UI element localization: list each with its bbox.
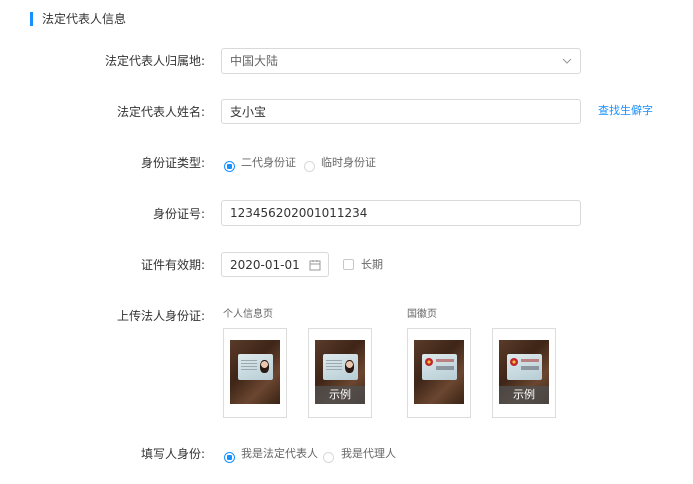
radio-unchecked-icon	[304, 161, 315, 172]
id-card-photo	[230, 340, 280, 404]
radio-checked-icon	[224, 452, 235, 463]
id-type-option-second-gen[interactable]	[224, 157, 235, 176]
filler-identity-label: 填写人身份:	[140, 447, 205, 461]
validity-date-input[interactable]: 2020-01-01	[221, 252, 329, 277]
id-card-photo: 示例	[315, 340, 365, 404]
id-number-input[interactable]: 123456202001011234	[221, 200, 581, 226]
region-select[interactable]: 中国大陆	[221, 48, 581, 74]
id-type-option-temporary-label: 临时身份证	[321, 156, 376, 169]
section-title: 法定代表人信息	[42, 12, 127, 26]
radio-unchecked-icon	[323, 452, 334, 463]
filler-option-agent[interactable]	[323, 448, 334, 467]
calendar-icon	[309, 260, 321, 271]
id-card-image	[323, 354, 358, 380]
sample-label: 示例	[499, 386, 549, 404]
sample-label: 示例	[315, 386, 365, 404]
name-input[interactable]: 支小宝	[221, 99, 581, 124]
radio-checked-icon	[224, 161, 235, 172]
upload-group-caption-info: 个人信息页	[223, 309, 273, 320]
name-value: 支小宝	[230, 105, 267, 119]
id-card-image	[507, 354, 542, 380]
id-card-image	[422, 354, 457, 380]
id-number-label: 身份证号:	[152, 207, 205, 221]
upload-card-info-page[interactable]	[223, 328, 287, 418]
sample-card-emblem-page[interactable]: 示例	[492, 328, 556, 418]
region-value: 中国大陆	[230, 54, 279, 68]
chevron-down-icon	[562, 58, 572, 64]
filler-option-legal-rep[interactable]	[224, 448, 235, 467]
upload-group-caption-emblem: 国徽页	[407, 309, 437, 320]
upload-label: 上传法人身份证:	[116, 309, 205, 323]
id-card-photo	[414, 340, 464, 404]
filler-option-legal-rep-label: 我是法定代表人	[241, 447, 318, 460]
long-term-label: 长期	[361, 258, 383, 271]
filler-option-agent-label: 我是代理人	[341, 447, 396, 460]
validity-date-value: 2020-01-01	[230, 258, 300, 272]
id-type-option-second-gen-label: 二代身份证	[241, 156, 296, 169]
id-type-option-temporary[interactable]	[304, 157, 315, 176]
id-card-image	[238, 354, 273, 380]
name-label: 法定代表人姓名:	[116, 105, 205, 119]
upload-card-emblem-page[interactable]	[407, 328, 471, 418]
id-type-label: 身份证类型:	[140, 156, 205, 170]
validity-label: 证件有效期:	[140, 258, 205, 272]
id-number-value: 123456202001011234	[230, 206, 368, 220]
find-rare-char-link[interactable]: 查找生僻字	[598, 104, 653, 118]
section-accent-bar	[30, 12, 33, 26]
region-label: 法定代表人归属地:	[104, 54, 205, 68]
long-term-checkbox[interactable]	[343, 259, 354, 270]
id-card-photo: 示例	[499, 340, 549, 404]
sample-card-info-page[interactable]: 示例	[308, 328, 372, 418]
